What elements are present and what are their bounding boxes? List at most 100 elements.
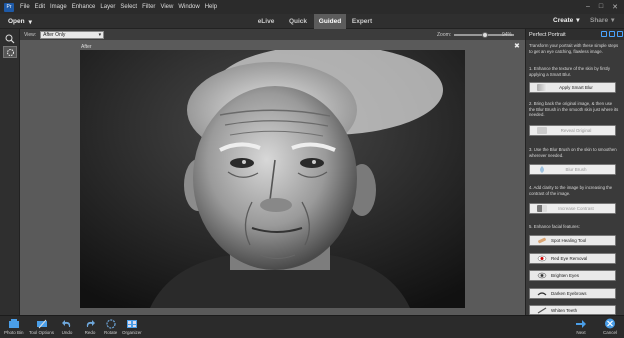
organizer-label: Organizer xyxy=(122,330,142,335)
menu-view[interactable]: View xyxy=(160,4,178,10)
zoom-label: Zoom: xyxy=(437,31,452,38)
close-icon[interactable]: ✕ xyxy=(612,3,618,11)
undo-button[interactable]: Undo xyxy=(61,318,73,335)
redo-button[interactable]: Redo xyxy=(84,318,96,335)
tab-quick[interactable]: Quick xyxy=(282,14,314,29)
minimize-icon[interactable]: – xyxy=(586,3,590,11)
arrow-right-icon xyxy=(575,318,587,329)
create-label: Create xyxy=(553,16,574,24)
darken-eyebrows-label: Darken Eyebrows xyxy=(551,291,587,296)
darken-eyebrows-button[interactable]: Darken Eyebrows xyxy=(529,288,616,299)
menu-help[interactable]: Help xyxy=(205,4,222,10)
blur-brush-button[interactable]: Blur Brush xyxy=(529,164,616,175)
share-button[interactable]: Share ▾ xyxy=(590,16,614,25)
create-button[interactable]: Create ▾ xyxy=(553,16,580,25)
spot-healing-label: Spot Healing Tool xyxy=(551,238,587,243)
increase-contrast-button[interactable]: Increase Contrast xyxy=(529,203,616,214)
smart-blur-icon xyxy=(537,84,547,91)
whiten-teeth-button[interactable]: Whiten Teeth xyxy=(529,305,616,315)
photo-bin-label: Photo Bin xyxy=(4,330,24,335)
portrait-photo xyxy=(80,50,465,308)
drop-icon xyxy=(537,166,547,173)
cancel-button[interactable]: Cancel xyxy=(603,318,617,335)
tool-options-label: Tool Options xyxy=(29,330,55,335)
apply-smart-blur-label: Apply Smart Blur xyxy=(559,85,593,90)
menu-filter[interactable]: Filter xyxy=(142,4,160,10)
mode-tabs: eLive Quick Guided Expert xyxy=(250,14,378,29)
menu-bar: Pr File Edit Image Enhance Layer Select … xyxy=(0,0,624,14)
reveal-original-icon xyxy=(537,127,547,134)
toolbox xyxy=(0,29,20,315)
zoom-icon xyxy=(5,34,15,44)
photo-bin-icon xyxy=(8,318,20,329)
red-eye-removal-button[interactable]: Red Eye Removal xyxy=(529,253,616,264)
zoom-value: 94% xyxy=(502,31,513,38)
redo-icon xyxy=(84,318,96,329)
menu-image[interactable]: Image xyxy=(50,4,72,10)
panel-title: Perfect Portrait xyxy=(529,31,566,38)
increase-contrast-label: Increase Contrast xyxy=(558,206,594,211)
home-icon[interactable] xyxy=(609,31,615,37)
blur-brush-icon xyxy=(6,48,14,56)
red-eye-removal-label: Red Eye Removal xyxy=(551,256,588,261)
chevron-down-icon: ▾ xyxy=(576,17,580,24)
tab-guided[interactable]: Guided xyxy=(314,14,346,29)
chevron-down-icon: ▾ xyxy=(28,18,32,26)
view-label: View: xyxy=(24,31,37,38)
step-2-text: 2. Bring back the original image, & then… xyxy=(529,101,619,117)
tab-expert[interactable]: Expert xyxy=(346,14,378,29)
cancel-label: Cancel xyxy=(603,330,618,335)
zoom-tool[interactable] xyxy=(3,33,17,45)
undo-icon xyxy=(61,318,73,329)
reveal-original-button[interactable]: Reveal Original xyxy=(529,125,616,136)
undo-label: Undo xyxy=(61,330,73,335)
menu-file[interactable]: File xyxy=(20,4,35,10)
tool-options-button[interactable]: Tool Options xyxy=(29,318,54,335)
apply-smart-blur-button[interactable]: Apply Smart Blur xyxy=(529,82,616,93)
open-label: Open xyxy=(8,18,25,25)
blur-brush-label: Blur Brush xyxy=(565,167,587,172)
step-1-text: 1. Enhance the texture of the skin by fi… xyxy=(529,66,610,77)
eye-icon xyxy=(537,272,547,279)
spot-healing-button[interactable]: Spot Healing Tool xyxy=(529,235,616,246)
next-label: Next xyxy=(576,330,586,335)
menu-window[interactable]: Window xyxy=(178,4,204,10)
portrait-image xyxy=(80,50,465,308)
tool-options-icon xyxy=(36,318,48,329)
menu-enhance[interactable]: Enhance xyxy=(72,4,101,10)
panel-header: Perfect Portrait xyxy=(526,29,624,40)
reveal-original-label: Reveal Original xyxy=(560,128,592,133)
bottom-bar: Photo Bin Tool Options Undo Redo Rotate … xyxy=(0,315,624,338)
step-5-text: 5. Enhance facial features: xyxy=(529,224,580,229)
menu-layer[interactable]: Layer xyxy=(100,4,120,10)
tab-elive[interactable]: eLive xyxy=(250,14,282,29)
rotate-button[interactable]: Rotate xyxy=(104,318,117,335)
brighten-eyes-button[interactable]: Brighten Eyes xyxy=(529,270,616,281)
red-eye-icon xyxy=(537,255,547,262)
next-button[interactable]: Next xyxy=(575,318,587,335)
view-select[interactable]: After Only ▾ xyxy=(40,30,105,39)
organizer-button[interactable]: Organizer xyxy=(122,318,142,335)
brighten-eyes-label: Brighten Eyes xyxy=(551,273,580,278)
expand-icon[interactable] xyxy=(617,31,623,37)
redo-label: Redo xyxy=(84,330,96,335)
zoom-slider-thumb[interactable] xyxy=(481,32,488,38)
window-controls: – □ ✕ xyxy=(586,3,624,11)
organizer-icon xyxy=(126,318,138,329)
brush-icon xyxy=(537,306,547,314)
open-button[interactable]: Open ▾ xyxy=(8,16,32,27)
blur-tool[interactable] xyxy=(3,46,17,58)
maximize-icon[interactable]: □ xyxy=(599,3,603,11)
step-3-text: 3. Use the Blur Brush on the skin to smo… xyxy=(529,147,617,158)
eyebrow-icon xyxy=(537,290,547,297)
rotate-label: Rotate xyxy=(104,330,118,335)
guided-panel: Perfect Portrait Transform your portrait… xyxy=(525,29,624,315)
whiten-teeth-label: Whiten Teeth xyxy=(551,307,578,313)
step-4-text: 4. Add clarity to the image by increasin… xyxy=(529,185,613,196)
close-icon[interactable]: ✖ xyxy=(514,42,520,50)
help-icon[interactable] xyxy=(601,31,607,37)
panel-intro: Transform your portrait with these simpl… xyxy=(529,43,619,54)
menu-edit[interactable]: Edit xyxy=(35,4,50,10)
photo-bin-button[interactable]: Photo Bin xyxy=(4,318,24,335)
menu-select[interactable]: Select xyxy=(120,4,142,10)
